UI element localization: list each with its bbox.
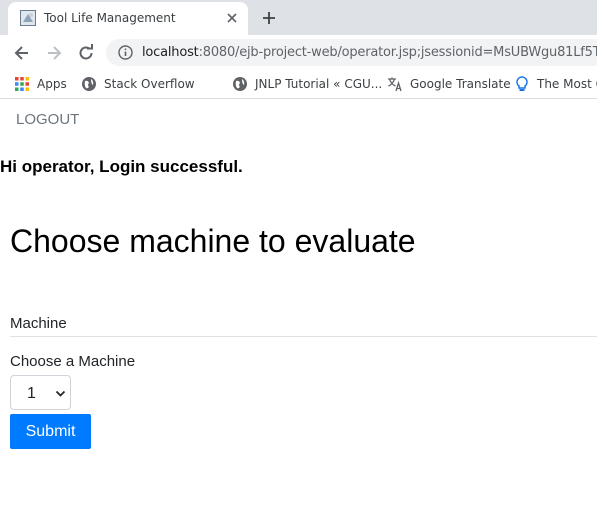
- tab-title: Tool Life Management: [44, 11, 176, 25]
- logout-link[interactable]: LOGOUT: [16, 111, 79, 128]
- new-tab-icon[interactable]: [258, 7, 280, 29]
- address-bar[interactable]: localhost:8080/ejb-project-web/operator.…: [106, 39, 597, 66]
- section-divider: [10, 336, 597, 337]
- site-info-icon[interactable]: [118, 45, 133, 60]
- bulb-icon: [516, 76, 528, 91]
- bookmarks-bar: Apps Stack Overflow JNLP Tutorial « CGU.…: [0, 69, 597, 99]
- translate-icon: [388, 77, 402, 92]
- bookmark-label: JNLP Tutorial « CGU...: [255, 77, 383, 91]
- login-greeting: Hi operator, Login successful.: [0, 157, 243, 176]
- chevron-down-icon: [55, 390, 66, 397]
- reload-icon[interactable]: [76, 43, 96, 63]
- machine-select[interactable]: 1: [10, 375, 71, 410]
- back-arrow-icon[interactable]: [12, 43, 32, 63]
- url-text[interactable]: localhost:8080/ejb-project-web/operator.…: [142, 45, 597, 60]
- machine-select-label: Choose a Machine: [10, 353, 136, 370]
- bookmark-label: The Most C: [537, 77, 597, 91]
- page-favicon-icon: [20, 10, 36, 26]
- forward-arrow-icon[interactable]: [44, 43, 64, 63]
- globe-icon: [233, 77, 247, 91]
- machine-section-heading: Machine: [10, 315, 67, 332]
- page-title: Choose machine to evaluate: [10, 223, 416, 259]
- bookmark-label: Google Translate: [410, 77, 511, 91]
- submit-button[interactable]: Submit: [10, 414, 91, 449]
- globe-icon: [82, 77, 96, 91]
- browser-tab[interactable]: Tool Life Management: [8, 2, 248, 35]
- machine-select-value: 1: [27, 385, 36, 402]
- apps-grid-icon: [15, 77, 29, 91]
- url-host: localhost: [142, 45, 199, 60]
- bookmark-label: Stack Overflow: [104, 77, 195, 91]
- browser-tabstrip: Tool Life Management: [0, 0, 597, 35]
- browser-toolbar: localhost:8080/ejb-project-web/operator.…: [0, 35, 597, 69]
- close-tab-icon[interactable]: [224, 10, 240, 26]
- url-path: :8080/ejb-project-web/operator.jsp;jsess…: [198, 45, 597, 60]
- bookmark-label: Apps: [37, 77, 67, 91]
